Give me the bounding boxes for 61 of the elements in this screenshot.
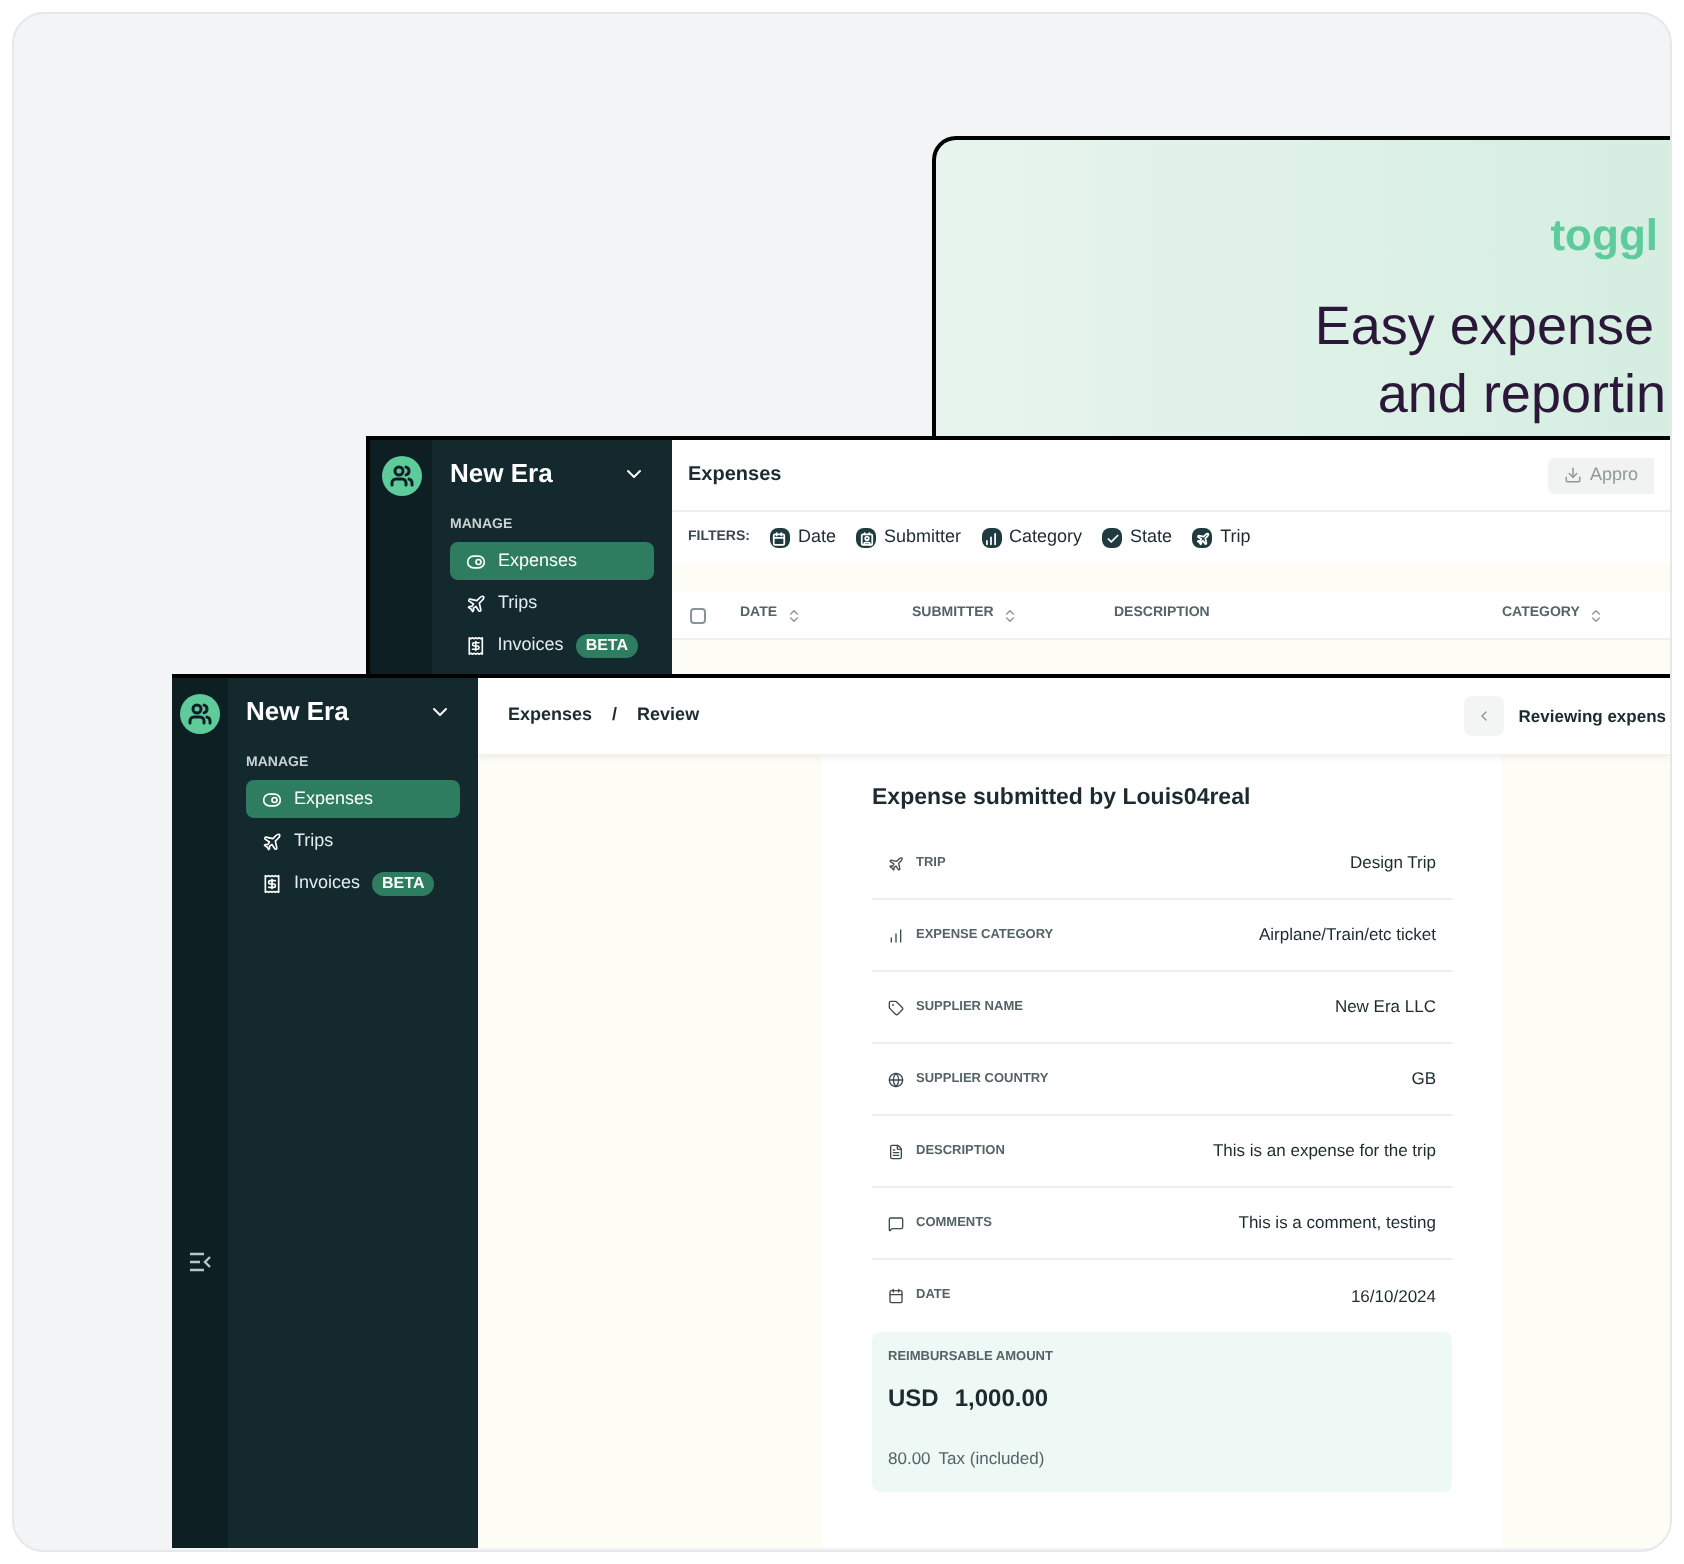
field-value: Design Trip <box>1350 850 1436 877</box>
nav-icon <box>466 593 486 613</box>
field-icon <box>888 1143 904 1160</box>
collapse-sidebar-icon[interactable] <box>188 1252 212 1272</box>
filter-chip[interactable]: Trip <box>1192 524 1251 552</box>
nav-icon <box>262 789 282 809</box>
page-header: Expenses Appro <box>672 440 1670 512</box>
field-value: This is an expense for the trip <box>1212 1138 1436 1165</box>
nav-item[interactable]: Trips <box>246 822 460 860</box>
tax-label: Tax (included) <box>938 1446 1045 1472</box>
workspace-switcher[interactable]: New Era <box>246 692 460 731</box>
headline: Easy expense <box>1314 294 1656 360</box>
sort-icon[interactable] <box>785 607 802 623</box>
nav-item[interactable]: Invoices BETA <box>450 626 654 664</box>
filter-chip[interactable]: Date <box>769 524 836 552</box>
beta-badge: BETA <box>372 871 435 895</box>
card-title: Expense submitted by Louis04real <box>872 784 1253 814</box>
field-value: 16/10/2024 <box>1350 1283 1436 1310</box>
filter-icon <box>1192 528 1213 548</box>
field-icon <box>888 1215 904 1232</box>
filter-icon <box>981 528 1002 548</box>
beta-badge: BETA <box>575 633 638 657</box>
nav-icon <box>466 635 486 655</box>
sort-icon[interactable] <box>1001 607 1018 623</box>
field-icon <box>888 1288 904 1305</box>
nav-icon <box>262 831 282 851</box>
field-value: New Era LLC <box>1334 994 1436 1021</box>
filter-icon <box>769 528 790 548</box>
field-icon <box>888 1071 904 1088</box>
workspace-avatar[interactable] <box>180 694 220 734</box>
field-value: Airplane/Train/etc ticket <box>1259 922 1436 949</box>
amount-value: 1,000.00 <box>954 1382 1049 1416</box>
breadcrumb-item[interactable]: Expenses <box>508 702 593 730</box>
field-value: GB <box>1411 1066 1436 1093</box>
field-icon <box>888 855 904 872</box>
nav-item[interactable]: Expenses <box>246 780 460 818</box>
filter-icon <box>856 528 876 548</box>
tax-value: 80.00 <box>888 1446 931 1472</box>
breadcrumb-item: Review <box>637 702 700 729</box>
toggl-logo: toggl <box>1550 208 1660 264</box>
field-icon <box>888 999 904 1016</box>
nav-item[interactable]: Trips <box>450 584 654 622</box>
filter-chip[interactable]: State <box>1102 524 1173 552</box>
breadcrumb-separator: / <box>612 702 618 729</box>
currency-code: USD <box>888 1382 939 1416</box>
field-icon <box>888 927 904 944</box>
nav-item[interactable]: Expenses <box>450 542 654 580</box>
filter-chip[interactable]: Category <box>981 524 1083 552</box>
download-icon <box>1563 466 1582 484</box>
nav-icon <box>262 873 282 893</box>
sort-icon[interactable] <box>1587 607 1604 623</box>
workspace-avatar[interactable] <box>381 456 421 496</box>
headline: and reportin <box>1377 362 1668 428</box>
field-value: This is a comment, testing <box>1238 1210 1436 1237</box>
nav-item[interactable]: Invoices BETA <box>246 864 460 902</box>
select-all-checkbox[interactable] <box>690 607 706 623</box>
reviewing-label: Reviewing expens <box>1518 703 1668 729</box>
filter-chip[interactable]: Submitter <box>856 524 962 552</box>
workspace-switcher[interactable]: New Era <box>450 454 654 493</box>
nav-icon <box>466 551 486 571</box>
filter-icon <box>1102 528 1123 548</box>
